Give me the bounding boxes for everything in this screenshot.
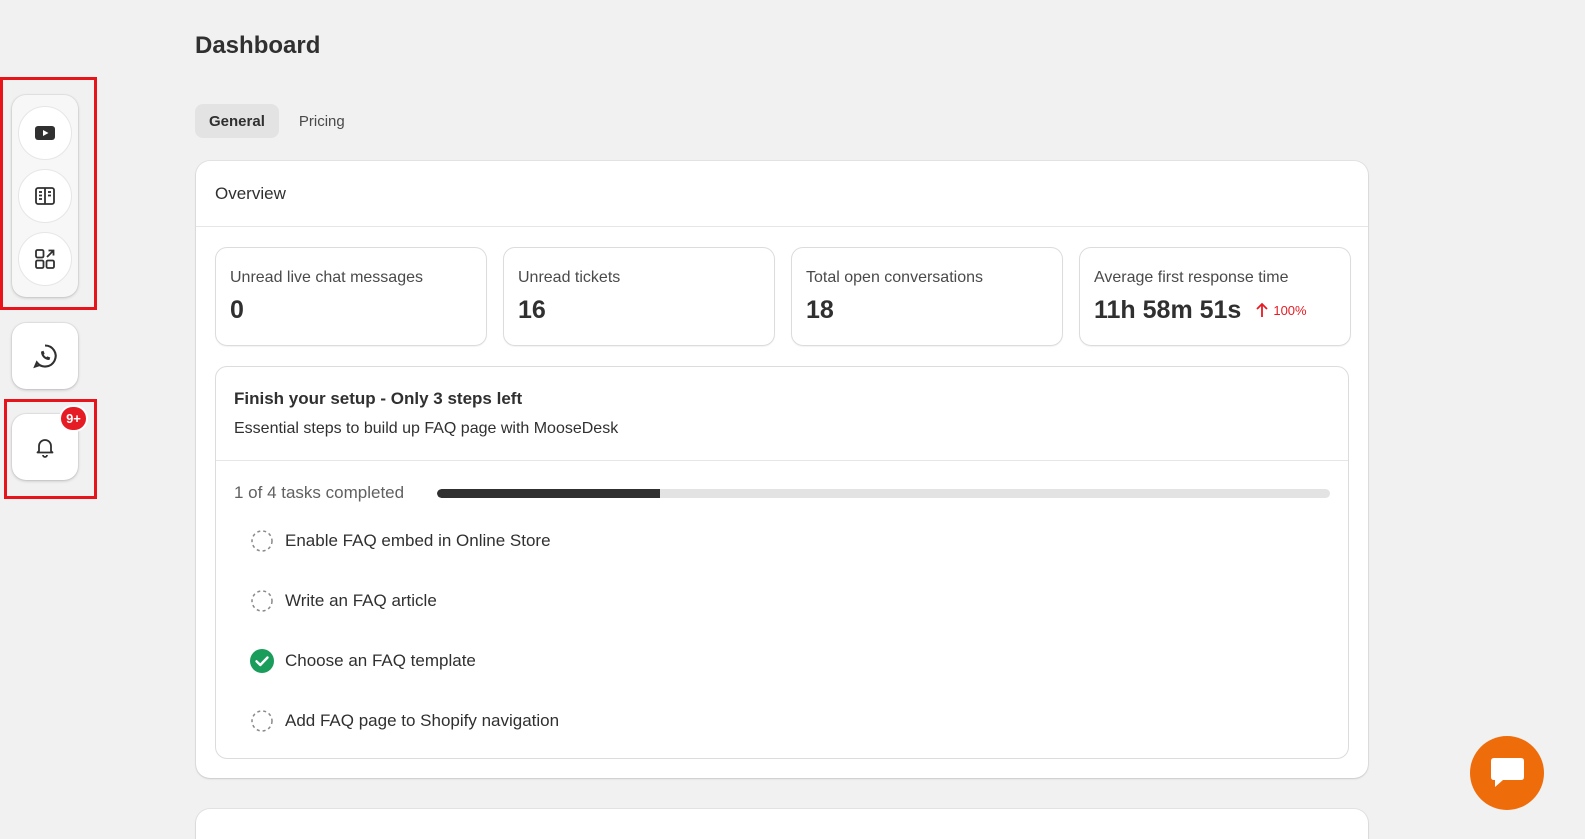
task-label: Choose an FAQ template xyxy=(285,651,476,670)
task-label: Write an FAQ article xyxy=(285,591,437,610)
stat-unread-live-chat[interactable]: Unread live chat messages 0 xyxy=(215,247,487,346)
apps-button[interactable] xyxy=(18,232,72,286)
task-label: Add FAQ page to Shopify navigation xyxy=(285,711,560,730)
progress-row: 1 of 4 tasks completed xyxy=(234,483,1330,503)
trend-indicator: 100% xyxy=(1255,302,1307,318)
bell-icon xyxy=(36,439,54,458)
chat-bubble-icon xyxy=(1491,758,1524,787)
tab-bar: General Pricing xyxy=(195,104,359,138)
pending-circle-icon xyxy=(251,530,273,552)
stat-value: 11h 58m 51s xyxy=(1094,296,1242,324)
whatsapp-icon xyxy=(33,344,57,369)
whatsapp-button[interactable] xyxy=(12,323,78,389)
stat-value: 16 xyxy=(518,296,546,324)
progress-bar xyxy=(437,488,1330,498)
pending-circle-icon xyxy=(251,590,273,612)
stat-label: Average first response time xyxy=(1094,269,1289,286)
check-circle-icon xyxy=(250,649,274,673)
stat-value: 18 xyxy=(806,296,834,324)
guide-button[interactable] xyxy=(18,169,72,223)
tab-pricing[interactable]: Pricing xyxy=(285,104,359,138)
youtube-button[interactable] xyxy=(18,106,72,160)
trend-value: 100% xyxy=(1273,302,1307,318)
page-title: Dashboard xyxy=(195,32,321,59)
book-icon xyxy=(35,187,55,205)
apps-icon xyxy=(35,249,55,269)
setup-panel: Finish your setup - Only 3 steps left Es… xyxy=(215,366,1349,759)
rail-group xyxy=(12,95,78,297)
task-choose-faq-template[interactable]: Choose an FAQ template xyxy=(250,649,476,673)
tab-general[interactable]: General xyxy=(195,104,279,138)
overview-title: Overview xyxy=(196,161,1368,227)
task-add-faq-navigation[interactable]: Add FAQ page to Shopify navigation xyxy=(250,709,559,733)
stats-row: Unread live chat messages 0 Unread ticke… xyxy=(215,247,1351,346)
overview-card: Overview Unread live chat messages 0 Unr… xyxy=(196,161,1368,778)
stat-label: Total open conversations xyxy=(806,269,983,286)
notification-badge: 9+ xyxy=(59,405,88,432)
stat-open-conversations[interactable]: Total open conversations 18 xyxy=(791,247,1063,346)
progress-text: 1 of 4 tasks completed xyxy=(234,483,405,502)
stat-unread-tickets[interactable]: Unread tickets 16 xyxy=(503,247,775,346)
setup-subtitle: Essential steps to build up FAQ page wit… xyxy=(234,420,619,437)
progress-fill xyxy=(437,488,661,498)
task-write-faq-article[interactable]: Write an FAQ article xyxy=(250,589,437,613)
youtube-icon xyxy=(35,126,55,140)
stat-label: Unread live chat messages xyxy=(230,269,423,286)
pending-circle-icon xyxy=(251,710,273,732)
dashboard-page: 9+ Dashboard General Pricing Overview Un… xyxy=(0,0,1585,839)
arrow-up-icon xyxy=(1256,302,1268,317)
task-enable-faq-embed[interactable]: Enable FAQ embed in Online Store xyxy=(250,529,551,553)
task-label: Enable FAQ embed in Online Store xyxy=(285,531,551,550)
setup-title: Finish your setup - Only 3 steps left xyxy=(234,389,523,408)
live-chat-button[interactable] xyxy=(1470,736,1544,810)
stat-label: Unread tickets xyxy=(518,269,621,286)
stat-value: 0 xyxy=(230,296,244,324)
stat-avg-first-response[interactable]: Average first response time 11h 58m 51s … xyxy=(1079,247,1351,346)
next-card xyxy=(196,809,1368,839)
